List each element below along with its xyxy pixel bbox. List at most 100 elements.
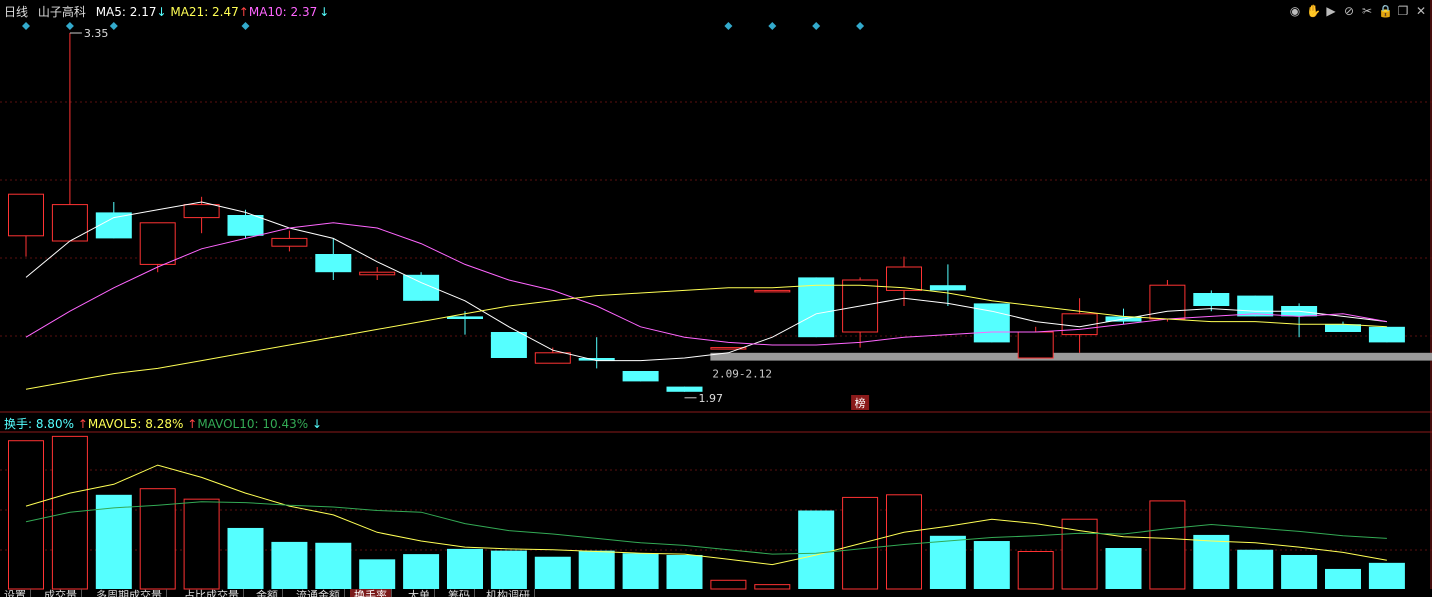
tab-ratio-volume[interactable]: 占比成交量	[180, 589, 244, 597]
tab-big-order[interactable]: 大单	[404, 589, 435, 597]
volume-bar-down	[271, 541, 308, 589]
candle-body-down	[95, 212, 132, 239]
low-label: 1.97	[699, 392, 724, 405]
candle-body-down	[315, 254, 352, 273]
candle-body-down	[622, 371, 659, 382]
candle-body-up	[51, 204, 88, 242]
volume-header: 换手: 8.80% ↑MAVOL5: 8.28% ↑MAVOL10: 10.43…	[4, 415, 322, 432]
signal-marker	[109, 22, 118, 30]
bang-label: 榜	[855, 396, 866, 410]
candle-body-down	[1237, 295, 1274, 317]
eye-icon[interactable]: ◉	[1288, 4, 1302, 18]
candle-body-up	[754, 289, 791, 293]
volume-bar-up	[710, 579, 747, 590]
candle-body-up	[8, 193, 44, 237]
hand-icon[interactable]: ✋	[1306, 4, 1321, 18]
tab-volume[interactable]: 成交量	[40, 589, 82, 597]
volume-bar-up	[183, 498, 220, 590]
turnover-arrow: ↑	[77, 417, 88, 431]
volume-bar-down	[578, 550, 615, 589]
tab-turnover[interactable]: 换手率	[350, 589, 392, 597]
volume-bar-down	[315, 542, 352, 589]
candle-body-down	[1368, 326, 1405, 343]
candle-body-up	[1149, 284, 1186, 320]
kline-chart: 2.09-2.12 3.35 1.97 榜	[0, 0, 1432, 590]
candle-body-down	[666, 386, 703, 392]
volume-bar-down	[490, 550, 527, 589]
mavol10-label: MAVOL10: 10.43%	[197, 417, 309, 431]
candle-body-down	[1193, 293, 1230, 306]
volume-bar-up	[1017, 550, 1054, 590]
ma5-label: MA5: 2.17	[95, 5, 157, 19]
play-icon[interactable]: ▶	[1324, 4, 1338, 18]
volume-bar-down	[666, 554, 703, 589]
volume-bar-up	[8, 440, 44, 590]
volume-bar-up	[139, 488, 176, 590]
volume-bar-down	[973, 541, 1010, 589]
volume-bar-down	[1105, 548, 1142, 589]
tab-settings[interactable]: 设置	[0, 589, 31, 597]
candle-body-up	[183, 204, 220, 219]
tab-research[interactable]: 机构调研	[482, 589, 535, 597]
volume-bar-down	[403, 554, 440, 589]
signal-marker	[856, 22, 865, 30]
volume-bar-down	[929, 535, 966, 589]
tab-float-amount[interactable]: 流通金额	[292, 589, 345, 597]
ma-line-ma10	[25, 222, 1387, 346]
candle-body-up	[1017, 331, 1054, 359]
volume-bar-up	[886, 494, 922, 590]
ma10-label: MA10: 2.37	[248, 5, 318, 19]
mavol5-arrow: ↑	[187, 417, 198, 431]
signal-marker	[65, 22, 74, 30]
support-band-label: 2.09-2.12	[712, 368, 772, 381]
signal-marker	[241, 22, 250, 30]
period-label[interactable]: 日线	[4, 5, 28, 19]
stock-name: 山子高科	[37, 5, 86, 19]
volume-bar-down	[359, 559, 396, 589]
volume-bar-down	[534, 556, 571, 589]
candle-body-up	[139, 222, 176, 265]
close-icon[interactable]: ✕	[1414, 4, 1428, 18]
volume-bar-down	[447, 548, 483, 589]
support-band	[710, 352, 1432, 361]
chart-toolbar: ◉ ✋ ▶ ⊘ ✂ 🔒 ❐ ✕	[1288, 4, 1428, 18]
volume-bar-down	[1325, 568, 1361, 589]
volume-bar-down	[1237, 549, 1274, 589]
candle-body-down	[447, 316, 483, 319]
mavol10-arrow: ↓	[311, 417, 323, 431]
price-header: 日线 山子高科 MA5: 2.17↓ MA21: 2.47↑MA10: 2.37…	[4, 3, 329, 20]
signal-marker	[724, 22, 733, 30]
ban-icon[interactable]: ⊘	[1342, 4, 1356, 18]
candle-body-up	[271, 237, 308, 247]
volume-bar-down	[227, 527, 264, 589]
ma21-label: MA21: 2.47	[170, 5, 239, 19]
volume-bar-down	[1281, 554, 1318, 589]
mavol5-label: MAVOL5: 8.28%	[87, 417, 184, 431]
high-label: 3.35	[84, 27, 109, 40]
volume-bar-down	[1368, 562, 1405, 589]
volume-bar-up	[1149, 500, 1186, 590]
ma5-arrow: ↓	[156, 5, 167, 19]
indicator-tabs: 设置 成交量 多周期成交量 占比成交量 金额 流通金额 换手率 大单 筹码 机构…	[0, 589, 1432, 597]
volume-bar-down	[1193, 534, 1230, 589]
volume-bar-up	[1061, 518, 1098, 590]
tab-amount[interactable]: 金额	[252, 589, 283, 597]
signal-marker	[768, 22, 777, 30]
volume-bar-down	[622, 553, 659, 589]
tab-multi-volume[interactable]: 多周期成交量	[92, 589, 167, 597]
signal-marker	[812, 22, 821, 30]
volume-bar-down	[798, 510, 835, 589]
tab-chips[interactable]: 筹码	[444, 589, 475, 597]
lock-icon[interactable]: 🔒	[1378, 4, 1393, 18]
turnover-label: 换手: 8.80%	[4, 417, 74, 431]
kline-window: 2.09-2.12 3.35 1.97 榜 日线 山子高科 MA5: 2.17↓ MA…	[0, 0, 1432, 597]
candle-body-up	[359, 271, 396, 276]
candle-body-down	[490, 332, 527, 358]
candle-body-down	[929, 285, 966, 291]
candle-body-up	[534, 352, 571, 364]
ma10-arrow: ↓	[319, 5, 330, 19]
signal-marker	[22, 22, 30, 30]
restore-icon[interactable]: ❐	[1396, 4, 1410, 18]
scissors-icon[interactable]: ✂	[1360, 4, 1374, 18]
ma21-arrow: ↑	[238, 5, 249, 19]
